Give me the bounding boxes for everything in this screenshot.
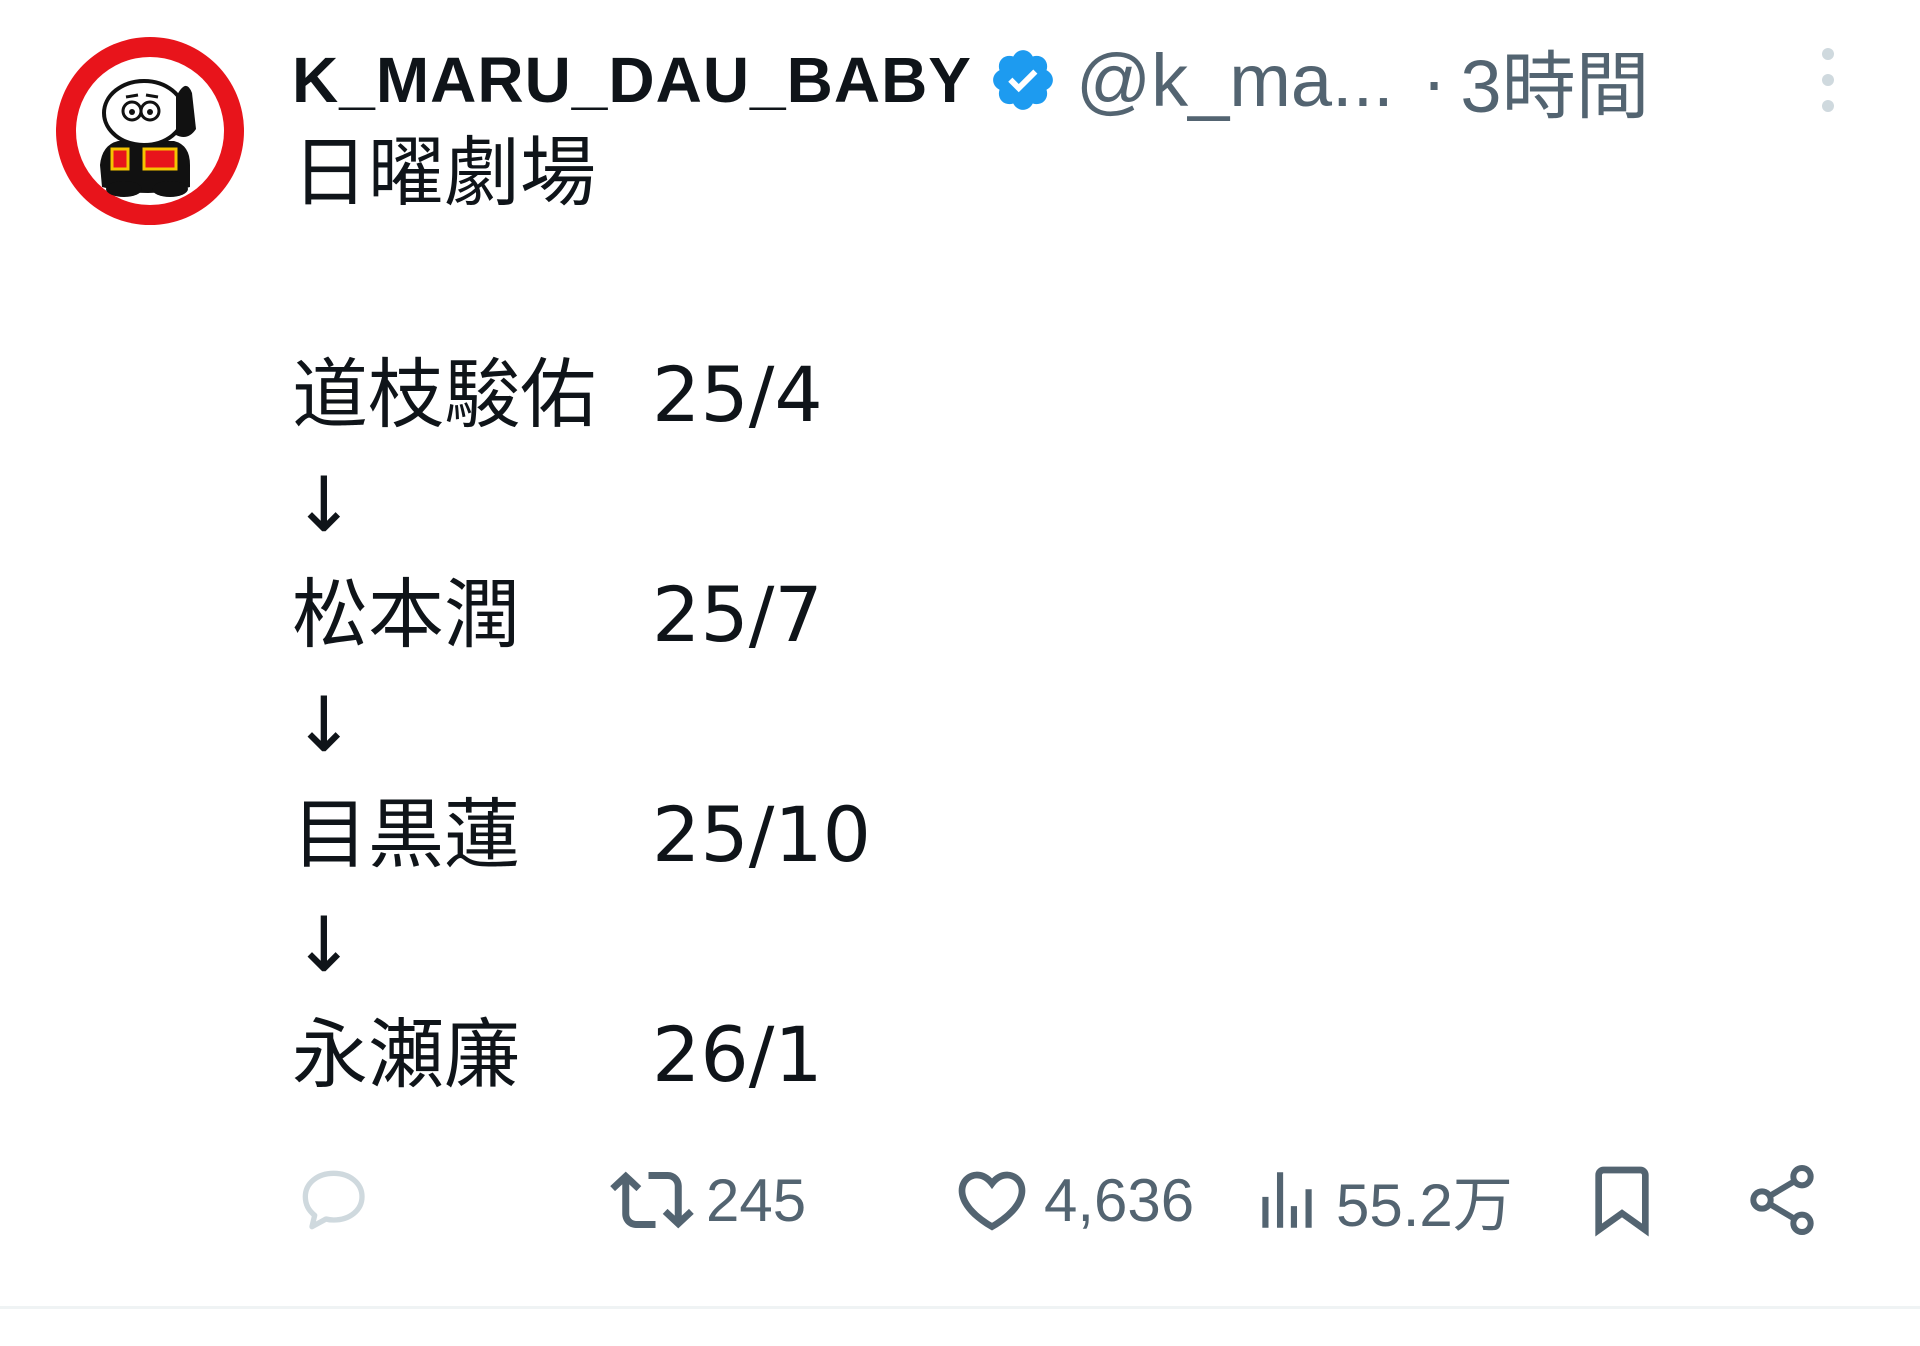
action-bar: 245 4,636 55.2万 (292, 1150, 1832, 1250)
separator-dot: · (1421, 38, 1447, 122)
post-title: 日曜劇場 (292, 128, 596, 217)
views-button[interactable]: 55.2万 (1250, 1150, 1513, 1250)
more-options-icon[interactable] (1808, 40, 1848, 120)
like-button[interactable]: 4,636 (952, 1150, 1194, 1250)
list-item: 松本潤 25/7 (292, 560, 1792, 670)
entry-name: 道枝駿佑 (292, 350, 596, 439)
repost-count: 245 (706, 1166, 807, 1234)
verified-badge-icon (988, 45, 1058, 115)
reply-icon (302, 1170, 365, 1230)
bookmark-icon (1595, 1166, 1649, 1237)
share-icon (1750, 1165, 1814, 1235)
entry-name: 永瀬廉 (292, 1010, 520, 1099)
views-icon (1262, 1172, 1312, 1228)
entry-date: 25/7 (652, 570, 823, 659)
entry-name: 松本潤 (292, 570, 520, 659)
down-arrow: ↓ (292, 680, 356, 769)
user-handle[interactable]: @k_ma... (1076, 38, 1394, 123)
repost-icon (610, 1171, 694, 1229)
cartoon-mascot-avatar-icon[interactable] (56, 37, 244, 225)
list-item: 道枝駿佑 25/4 (292, 340, 1792, 450)
entry-date: 25/4 (652, 350, 823, 439)
views-count: 55.2万 (1336, 1171, 1513, 1239)
display-name[interactable]: K_MARU_DAU_BABY (292, 43, 972, 117)
down-arrow: ↓ (292, 900, 356, 989)
repost-button[interactable]: 245 (610, 1150, 806, 1250)
tweet[interactable]: K_MARU_DAU_BABY @k_ma... · 3時間 日曜劇場 道枝駿佑… (0, 0, 1920, 1346)
share-button[interactable] (1742, 1150, 1822, 1250)
like-count: 4,636 (1044, 1166, 1195, 1234)
reply-button[interactable] (292, 1150, 384, 1250)
entry-name: 目黒蓮 (292, 790, 520, 879)
list-item: 目黒蓮 25/10 (292, 780, 1792, 890)
entry-date: 26/1 (652, 1010, 823, 1099)
entry-date: 25/10 (652, 790, 872, 879)
heart-icon (958, 1171, 1026, 1231)
down-arrow: ↓ (292, 460, 356, 549)
list-item: 永瀬廉 26/1 (292, 1000, 1792, 1110)
tweet-text: 日曜劇場 道枝駿佑 25/4 ↓ 松本潤 25/7 ↓ 目黒蓮 25/10 ↓ 永瀬廉… (292, 118, 1792, 1110)
divider (0, 1306, 1920, 1309)
bookmark-button[interactable] (1582, 1150, 1662, 1250)
